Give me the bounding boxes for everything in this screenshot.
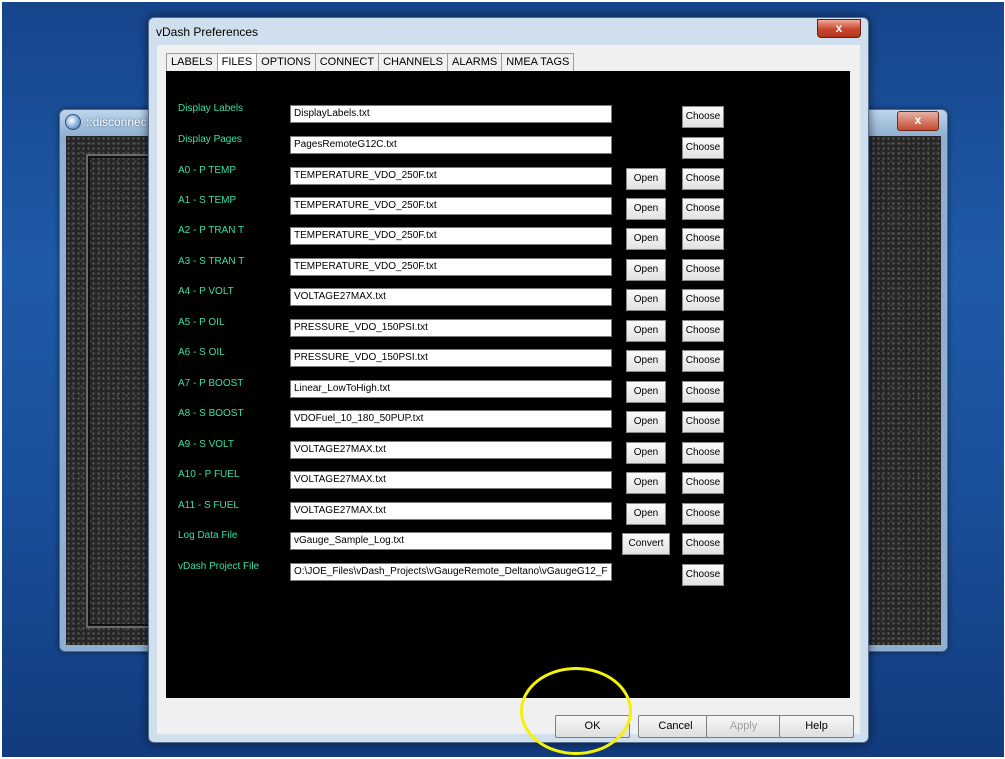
choose-button[interactable]: Choose [682,198,724,220]
file-row: A8 - S BOOST VDOFuel_10_180_50PUP.txt Op… [166,406,850,433]
open-button[interactable]: Open [626,168,666,190]
open-button[interactable]: Open [626,472,666,494]
file-path-field[interactable]: TEMPERATURE_VDO_250F.txt [290,197,612,215]
app-icon [65,114,81,130]
file-row: A0 - P TEMP TEMPERATURE_VDO_250F.txt Ope… [166,163,850,190]
file-path-field[interactable]: Linear_LowToHigh.txt [290,380,612,398]
file-row: A9 - S VOLT VOLTAGE27MAX.txt Open Choose [166,437,850,464]
file-row-label: Log Data File [178,530,238,541]
choose-button[interactable]: Choose [682,106,724,128]
open-button[interactable]: Open [626,259,666,281]
file-row: Display Pages PagesRemoteG12C.txt Choose [166,132,850,159]
choose-button[interactable]: Choose [682,533,724,555]
file-path-field[interactable]: VOLTAGE27MAX.txt [290,441,612,459]
file-row-label: A4 - P VOLT [178,286,234,297]
tab-files[interactable]: FILES [217,54,258,72]
files-panel: Display Labels DisplayLabels.txt Choose … [166,71,850,698]
file-path-field[interactable]: TEMPERATURE_VDO_250F.txt [290,258,612,276]
file-path-field[interactable]: VOLTAGE27MAX.txt [290,288,612,306]
open-button[interactable]: Open [626,350,666,372]
open-button[interactable]: Open [626,442,666,464]
file-row-label: A1 - S TEMP [178,195,237,206]
choose-button[interactable]: Choose [682,564,724,586]
tab-bar: LABELS FILES OPTIONS CONNECT CHANNELS AL… [166,53,575,72]
convert-button[interactable]: Convert [622,533,670,555]
dialog-client-area: LABELS FILES OPTIONS CONNECT CHANNELS AL… [157,45,860,738]
file-row: A7 - P BOOST Linear_LowToHigh.txt Open C… [166,376,850,403]
open-button[interactable]: Open [626,320,666,342]
file-row-label: vDash Project File [178,561,260,572]
file-path-field[interactable]: vGauge_Sample_Log.txt [290,532,612,550]
choose-button[interactable]: Choose [682,472,724,494]
file-path-field[interactable]: VOLTAGE27MAX.txt [290,471,612,489]
file-path-field[interactable]: VOLTAGE27MAX.txt [290,502,612,520]
tab-connect[interactable]: CONNECT [316,54,380,72]
file-row: A6 - S OIL PRESSURE_VDO_150PSI.txt Open … [166,345,850,372]
file-row: A10 - P FUEL VOLTAGE27MAX.txt Open Choos… [166,467,850,494]
preferences-dialog: vDash Preferences x LABELS FILES OPTIONS… [148,17,869,743]
file-path-field[interactable]: PRESSURE_VDO_150PSI.txt [290,319,612,337]
file-path-field[interactable]: O:\JOE_Files\vDash_Projects\vGaugeRemote… [290,563,612,581]
choose-button[interactable]: Choose [682,350,724,372]
file-path-field[interactable]: TEMPERATURE_VDO_250F.txt [290,227,612,245]
background-window-title: ::disconnecte [86,115,157,129]
open-button[interactable]: Open [626,228,666,250]
open-button[interactable]: Open [626,381,666,403]
file-row-label: A3 - S TRAN T [178,256,245,267]
file-row-label: Display Pages [178,134,242,145]
file-row-label: A5 - P OIL [178,317,225,328]
tab-channels[interactable]: CHANNELS [379,54,448,72]
open-button[interactable]: Open [626,289,666,311]
file-row: A11 - S FUEL VOLTAGE27MAX.txt Open Choos… [166,498,850,525]
open-button[interactable]: Open [626,411,666,433]
tab-nmea-tags[interactable]: NMEA TAGS [502,54,573,72]
file-row-label: A0 - P TEMP [178,165,236,176]
open-button[interactable]: Open [626,503,666,525]
tab-labels[interactable]: LABELS [167,54,218,72]
file-row: Display Labels DisplayLabels.txt Choose [166,101,850,128]
file-row: vDash Project File O:\JOE_Files\vDash_Pr… [166,559,850,586]
file-path-field[interactable]: VDOFuel_10_180_50PUP.txt [290,410,612,428]
file-path-field[interactable]: TEMPERATURE_VDO_250F.txt [290,167,612,185]
file-row: A2 - P TRAN T TEMPERATURE_VDO_250F.txt O… [166,223,850,250]
file-row-label: A7 - P BOOST [178,378,244,389]
background-window-close-button[interactable]: x [897,111,939,131]
choose-button[interactable]: Choose [682,381,724,403]
file-row-label: A8 - S BOOST [178,408,244,419]
open-button[interactable]: Open [626,198,666,220]
choose-button[interactable]: Choose [682,168,724,190]
file-row-label: Display Labels [178,103,244,114]
file-row-label: A10 - P FUEL [178,469,240,480]
file-row: A5 - P OIL PRESSURE_VDO_150PSI.txt Open … [166,315,850,342]
dialog-title: vDash Preferences [156,25,259,39]
help-button[interactable]: Help [779,715,854,738]
file-path-field[interactable]: PRESSURE_VDO_150PSI.txt [290,349,612,367]
file-row: A4 - P VOLT VOLTAGE27MAX.txt Open Choose [166,284,850,311]
choose-button[interactable]: Choose [682,320,724,342]
choose-button[interactable]: Choose [682,228,724,250]
dialog-close-button[interactable]: x [817,19,861,38]
tab-alarms[interactable]: ALARMS [448,54,503,72]
file-row-label: A2 - P TRAN T [178,225,245,236]
apply-button[interactable]: Apply [706,715,781,738]
file-path-field[interactable]: DisplayLabels.txt [290,105,612,123]
choose-button[interactable]: Choose [682,442,724,464]
choose-button[interactable]: Choose [682,289,724,311]
file-row-label: A11 - S FUEL [178,500,239,511]
file-path-field[interactable]: PagesRemoteG12C.txt [290,136,612,154]
file-row: Log Data File vGauge_Sample_Log.txt Conv… [166,528,850,555]
file-row-label: A9 - S VOLT [178,439,234,450]
choose-button[interactable]: Choose [682,411,724,433]
file-row-label: A6 - S OIL [178,347,225,358]
choose-button[interactable]: Choose [682,503,724,525]
ok-button[interactable]: OK [555,715,630,738]
choose-button[interactable]: Choose [682,137,724,159]
tab-options[interactable]: OPTIONS [257,54,316,72]
dialog-button-bar: OK Cancel Apply Help [157,704,860,738]
choose-button[interactable]: Choose [682,259,724,281]
file-row: A3 - S TRAN T TEMPERATURE_VDO_250F.txt O… [166,254,850,281]
cancel-button[interactable]: Cancel [638,715,713,738]
file-row: A1 - S TEMP TEMPERATURE_VDO_250F.txt Ope… [166,193,850,220]
